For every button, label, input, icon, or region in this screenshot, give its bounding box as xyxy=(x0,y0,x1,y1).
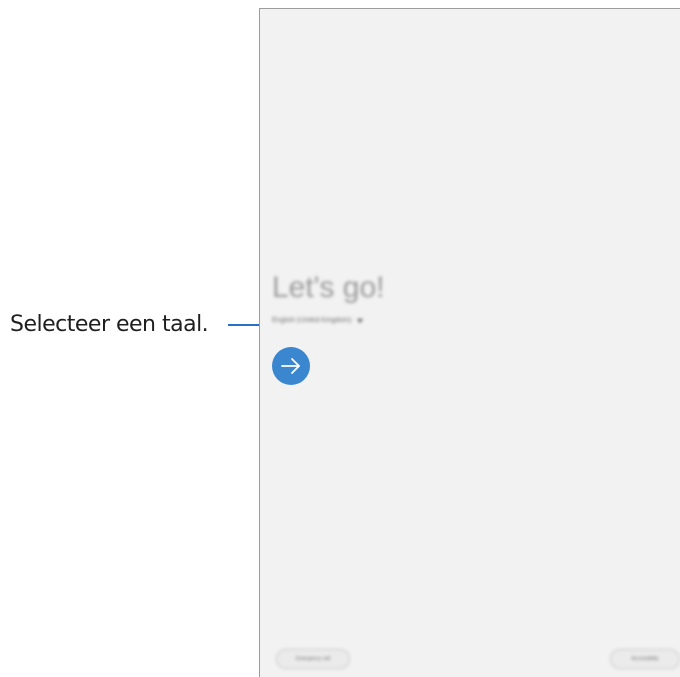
arrow-right-icon xyxy=(281,358,300,374)
callout-label: Selecteer een taal. xyxy=(10,312,209,337)
accessibility-button[interactable]: Accessibility xyxy=(610,649,680,669)
emergency-call-button[interactable]: Emergency call xyxy=(276,649,350,669)
language-selected-value: English (United Kingdom) xyxy=(272,317,352,324)
next-button[interactable] xyxy=(272,347,310,385)
welcome-headline: Let's go! xyxy=(272,271,385,304)
caret-down-icon xyxy=(357,318,364,323)
device-screen: Let's go! English (United Kingdom) Emerg… xyxy=(259,8,680,677)
language-dropdown[interactable]: English (United Kingdom) xyxy=(272,317,364,324)
